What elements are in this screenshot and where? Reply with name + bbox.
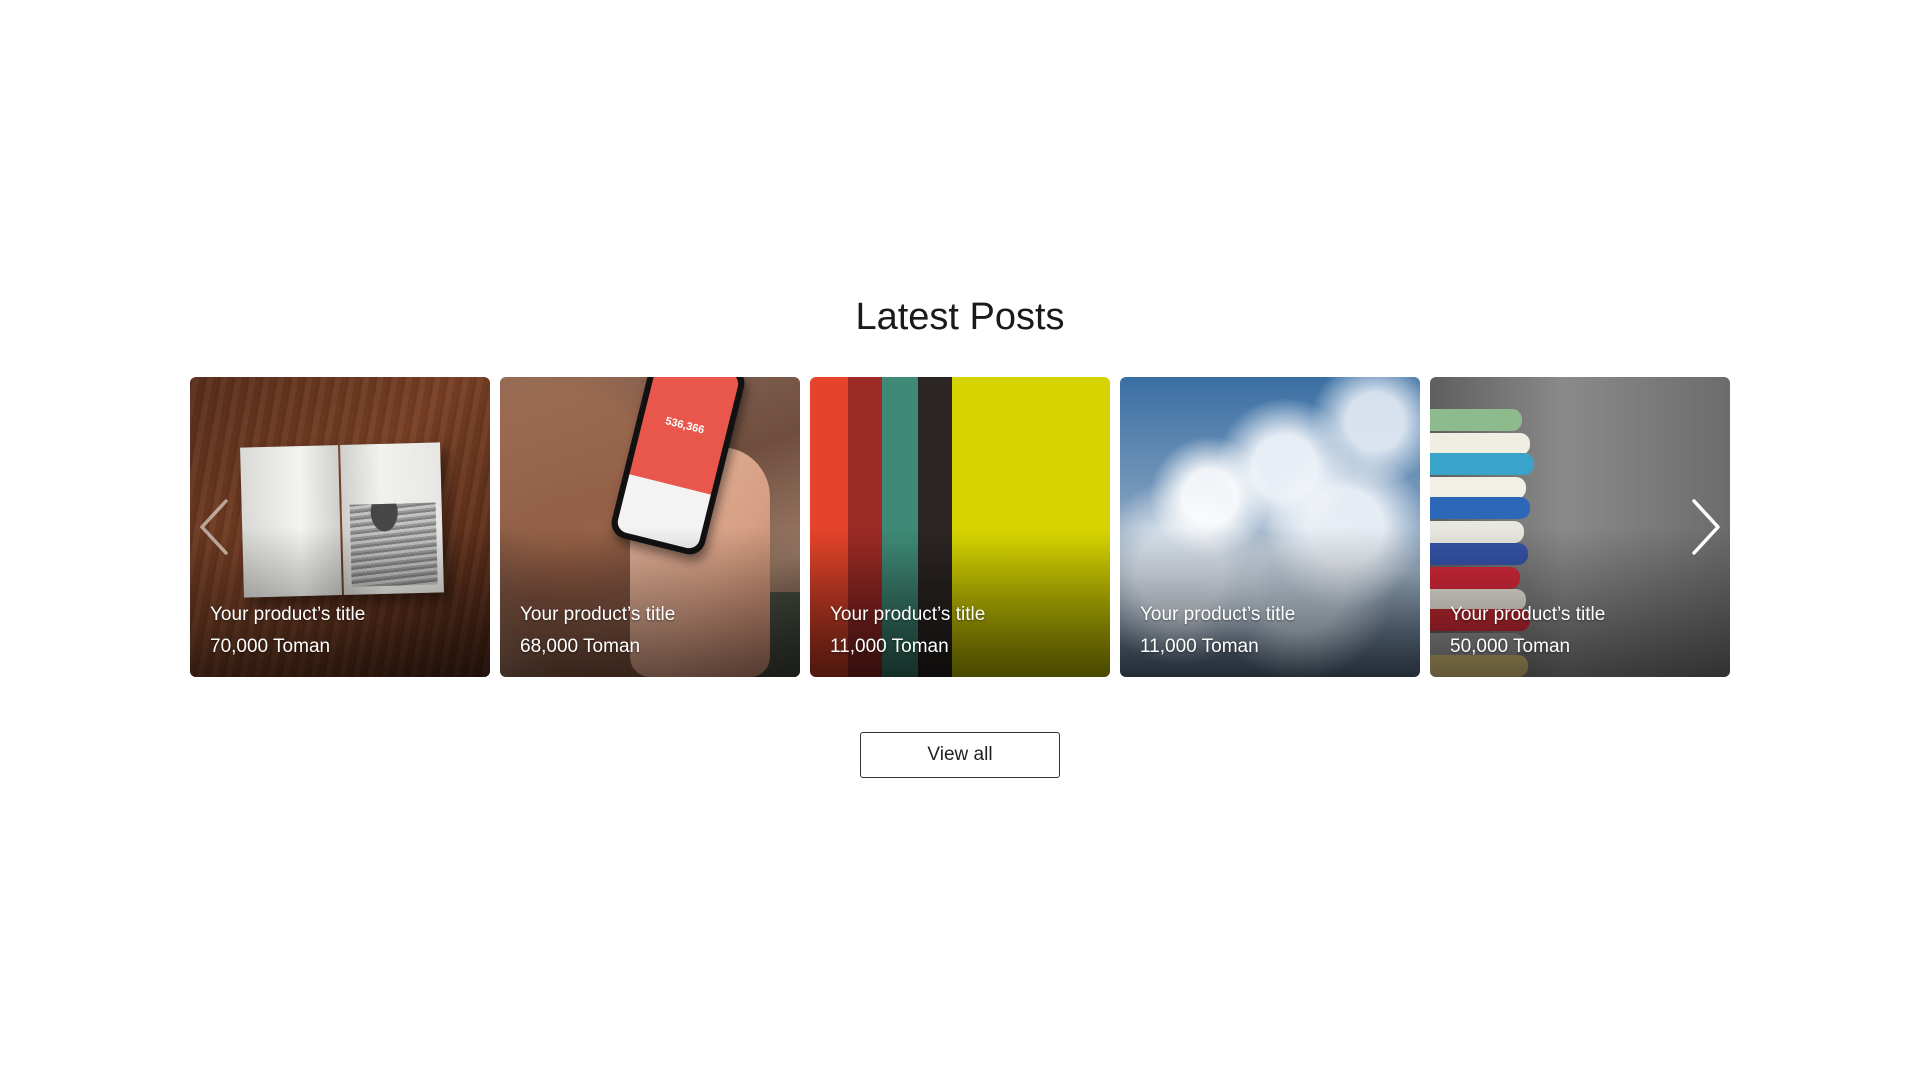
product-title[interactable]: Your product’s title bbox=[1450, 599, 1605, 631]
product-card[interactable]: Your product’s title 11,000 Toman bbox=[810, 377, 1110, 677]
product-title[interactable]: Your product’s title bbox=[210, 599, 365, 631]
view-all-button[interactable]: View all bbox=[860, 732, 1060, 778]
latest-posts-section: Latest Posts Your product’s title 70,000… bbox=[0, 0, 1920, 1080]
product-card[interactable]: 536,366 Your product’s title 68,000 Toma… bbox=[500, 377, 800, 677]
product-price: 70,000 Toman bbox=[210, 636, 331, 657]
card-info: Your product’s title 11,000 Toman bbox=[1140, 599, 1295, 663]
carousel-track: Your product’s title 70,000 Toman 536,36… bbox=[190, 377, 1730, 677]
product-price: 50,000 Toman bbox=[1450, 636, 1571, 657]
product-title[interactable]: Your product’s title bbox=[1140, 599, 1295, 631]
chevron-left-icon bbox=[200, 499, 228, 555]
card-info: Your product’s title 50,000 Toman bbox=[1450, 599, 1605, 663]
card-info: Your product’s title 68,000 Toman bbox=[520, 599, 675, 663]
product-carousel: Your product’s title 70,000 Toman 536,36… bbox=[190, 377, 1730, 677]
product-price: 11,000 Toman bbox=[830, 636, 949, 657]
chevron-right-icon bbox=[1692, 499, 1720, 555]
card-info: Your product’s title 11,000 Toman bbox=[830, 599, 985, 663]
product-price: 68,000 Toman bbox=[520, 636, 641, 657]
product-card[interactable]: Your product’s title 11,000 Toman bbox=[1120, 377, 1420, 677]
product-title[interactable]: Your product’s title bbox=[520, 599, 675, 631]
card-info: Your product’s title 70,000 Toman bbox=[210, 599, 365, 663]
section-title: Latest Posts bbox=[855, 296, 1065, 338]
carousel-next-button[interactable] bbox=[1684, 495, 1724, 559]
product-title[interactable]: Your product’s title bbox=[830, 599, 985, 631]
product-price: 11,000 Toman bbox=[1140, 636, 1259, 657]
phone-screen-number: 536,366 bbox=[664, 415, 706, 437]
carousel-prev-button[interactable] bbox=[196, 495, 236, 559]
